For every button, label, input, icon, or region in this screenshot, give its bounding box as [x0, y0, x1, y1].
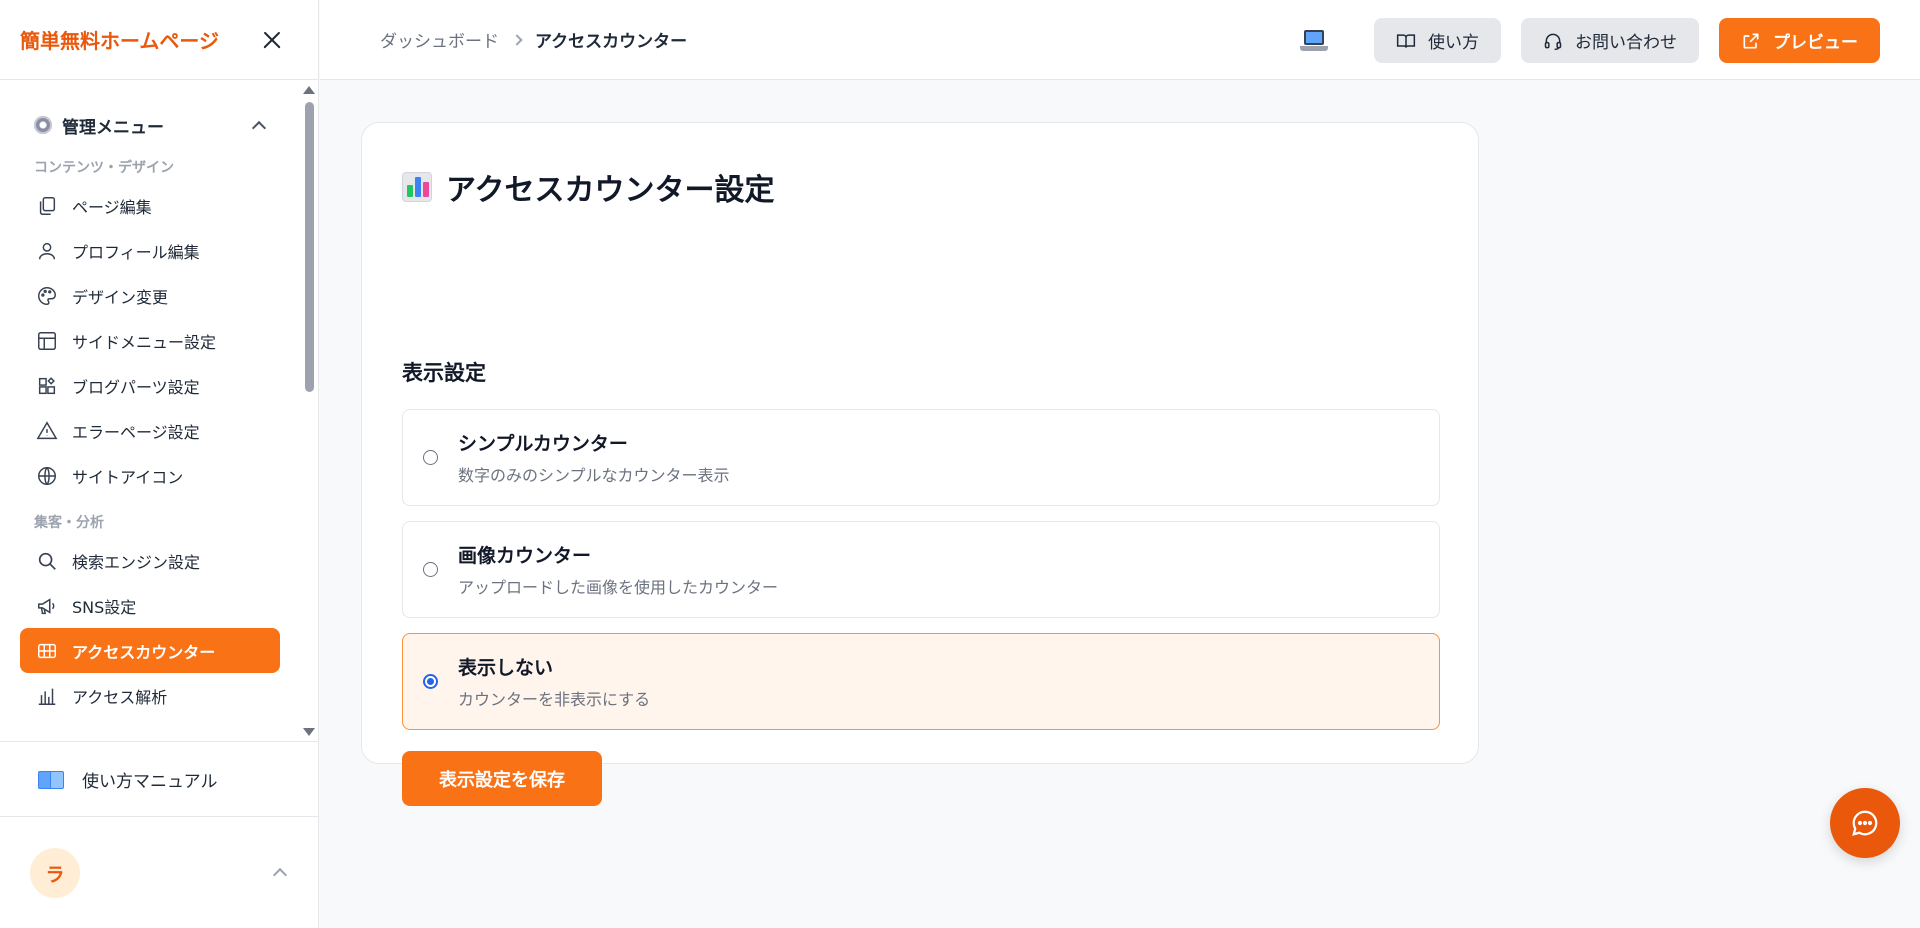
sidebar-item-profile-edit[interactable]: プロフィール編集	[20, 228, 280, 273]
breadcrumb-current: アクセスカウンター	[535, 32, 688, 52]
sidebar-item-label: サイトアイコン	[72, 467, 184, 487]
warning-icon	[36, 420, 58, 442]
option-description: 数字のみのシンプルなカウンター表示	[458, 466, 730, 485]
globe-icon	[36, 465, 58, 487]
chevron-right-icon	[511, 33, 523, 46]
option-title: 画像カウンター	[458, 545, 592, 567]
sidebar-item-page-edit[interactable]: ページ編集	[20, 183, 280, 228]
sidebar-item-label: デザイン変更	[72, 287, 169, 307]
close-icon[interactable]	[260, 28, 284, 52]
gear-icon	[34, 116, 52, 134]
open-book-icon	[38, 769, 64, 789]
page-title: アクセスカウンター設定	[402, 165, 775, 209]
pages-icon	[36, 195, 58, 217]
radio-image-counter[interactable]	[423, 562, 438, 577]
radio-simple-counter[interactable]	[423, 450, 438, 465]
option-description: カウンターを非表示にする	[458, 690, 651, 709]
sidebar-item-side-menu[interactable]: サイドメニュー設定	[20, 318, 280, 363]
chevron-up-icon[interactable]	[251, 120, 267, 135]
user-menu[interactable]: ラ	[0, 818, 319, 928]
sidebar-item-label: ブログパーツ設定	[72, 377, 200, 397]
preview-button[interactable]: プレビュー	[1719, 18, 1880, 63]
chat-button[interactable]	[1830, 788, 1900, 858]
option-title: シンプルカウンター	[458, 433, 628, 455]
section-label-marketing: 集客・分析	[34, 515, 104, 531]
display-settings-heading: 表示設定	[402, 361, 486, 385]
option-hidden[interactable]: 表示しない カウンターを非表示にする	[402, 633, 1440, 730]
breadcrumb: ダッシュボード アクセスカウンター	[320, 27, 687, 52]
widget-icon	[36, 375, 58, 397]
sidebar-nav[interactable]: 管理メニュー コンテンツ・デザイン ページ編集 プロフィール編集 デザイン変更 …	[0, 81, 319, 741]
howto-button[interactable]: 使い方	[1374, 18, 1501, 63]
brand-title[interactable]: 簡単無料ホームページ	[20, 25, 219, 54]
page-title-text: アクセスカウンター設定	[446, 173, 775, 208]
section-label-content: コンテンツ・デザイン	[34, 160, 174, 176]
sidebar-item-label: プロフィール編集	[72, 242, 200, 262]
contact-label: お問い合わせ	[1575, 33, 1677, 52]
external-link-icon	[1743, 33, 1759, 48]
option-title: 表示しない	[458, 657, 554, 679]
megaphone-icon	[36, 595, 58, 617]
sidebar-item-label: サイドメニュー設定	[72, 332, 217, 352]
contact-button[interactable]: お問い合わせ	[1521, 18, 1699, 63]
sidebar-item-label: アクセスカウンター	[72, 642, 216, 662]
top-header: ダッシュボード アクセスカウンター 使い方 お問い合わせ プレビュー	[320, 0, 1920, 80]
howto-label: 使い方	[1428, 33, 1479, 52]
sidebar-item-blog-parts[interactable]: ブログパーツ設定	[20, 363, 280, 408]
save-display-settings-button[interactable]: 表示設定を保存	[402, 751, 602, 806]
book-icon	[1396, 33, 1416, 48]
sidebar-scrollbar[interactable]	[301, 86, 317, 736]
manual-label: 使い方マニュアル	[82, 771, 218, 792]
option-image-counter[interactable]: 画像カウンター アップロードした画像を使用したカウンター	[402, 521, 1440, 618]
headset-icon	[1544, 33, 1562, 50]
brand-row: 簡単無料ホームページ	[0, 0, 318, 80]
sidebar: 簡単無料ホームページ 管理メニュー コンテンツ・デザイン ページ編集 プロフィー…	[0, 0, 319, 928]
sidebar-item-design[interactable]: デザイン変更	[20, 273, 280, 318]
search-icon	[36, 550, 58, 572]
sidebar-item-label: エラーページ設定	[72, 422, 200, 442]
user-icon	[36, 240, 58, 262]
manual-link[interactable]: 使い方マニュアル	[0, 741, 319, 817]
avatar[interactable]: ラ	[30, 848, 80, 898]
sidebar-item-label: 検索エンジン設定	[72, 552, 201, 572]
preview-label: プレビュー	[1773, 33, 1858, 52]
grid-icon	[36, 640, 58, 662]
admin-menu-header[interactable]: 管理メニュー	[20, 111, 280, 139]
radio-hidden[interactable]	[423, 674, 438, 689]
sidebar-item-label: ページ編集	[72, 197, 152, 217]
admin-menu-title: 管理メニュー	[62, 117, 164, 138]
sidebar-item-search-engine[interactable]: 検索エンジン設定	[20, 538, 280, 583]
sidebar-item-sns[interactable]: SNS設定	[20, 583, 280, 628]
laptop-icon[interactable]	[1300, 27, 1328, 55]
sidebar-item-error-page[interactable]: エラーページ設定	[20, 408, 280, 453]
breadcrumb-dashboard[interactable]: ダッシュボード	[380, 27, 499, 52]
chat-bubble-icon	[1852, 810, 1878, 836]
sidebar-item-analytics[interactable]: アクセス解析	[20, 673, 280, 718]
sidebar-item-site-icon[interactable]: サイトアイコン	[20, 453, 280, 498]
scroll-down-arrow-icon[interactable]	[303, 728, 315, 736]
scroll-up-arrow-icon[interactable]	[303, 86, 315, 94]
sidebar-item-access-counter[interactable]: アクセスカウンター	[20, 628, 280, 673]
chevron-up-icon[interactable]	[272, 867, 288, 883]
header-actions: 使い方 お問い合わせ プレビュー	[1300, 18, 1880, 63]
option-simple-counter[interactable]: シンプルカウンター 数字のみのシンプルなカウンター表示	[402, 409, 1440, 506]
scrollbar-thumb[interactable]	[305, 102, 314, 392]
access-counter-settings-card: アクセスカウンター設定 表示設定 シンプルカウンター 数字のみのシンプルなカウン…	[361, 122, 1479, 806]
option-description: アップロードした画像を使用したカウンター	[458, 578, 779, 597]
sidebar-item-label: アクセス解析	[72, 687, 168, 707]
layout-icon	[36, 330, 58, 352]
chart-icon	[402, 172, 432, 202]
sidebar-item-label: SNS設定	[72, 597, 137, 617]
palette-icon	[36, 285, 58, 307]
bar-chart-icon	[36, 685, 58, 707]
